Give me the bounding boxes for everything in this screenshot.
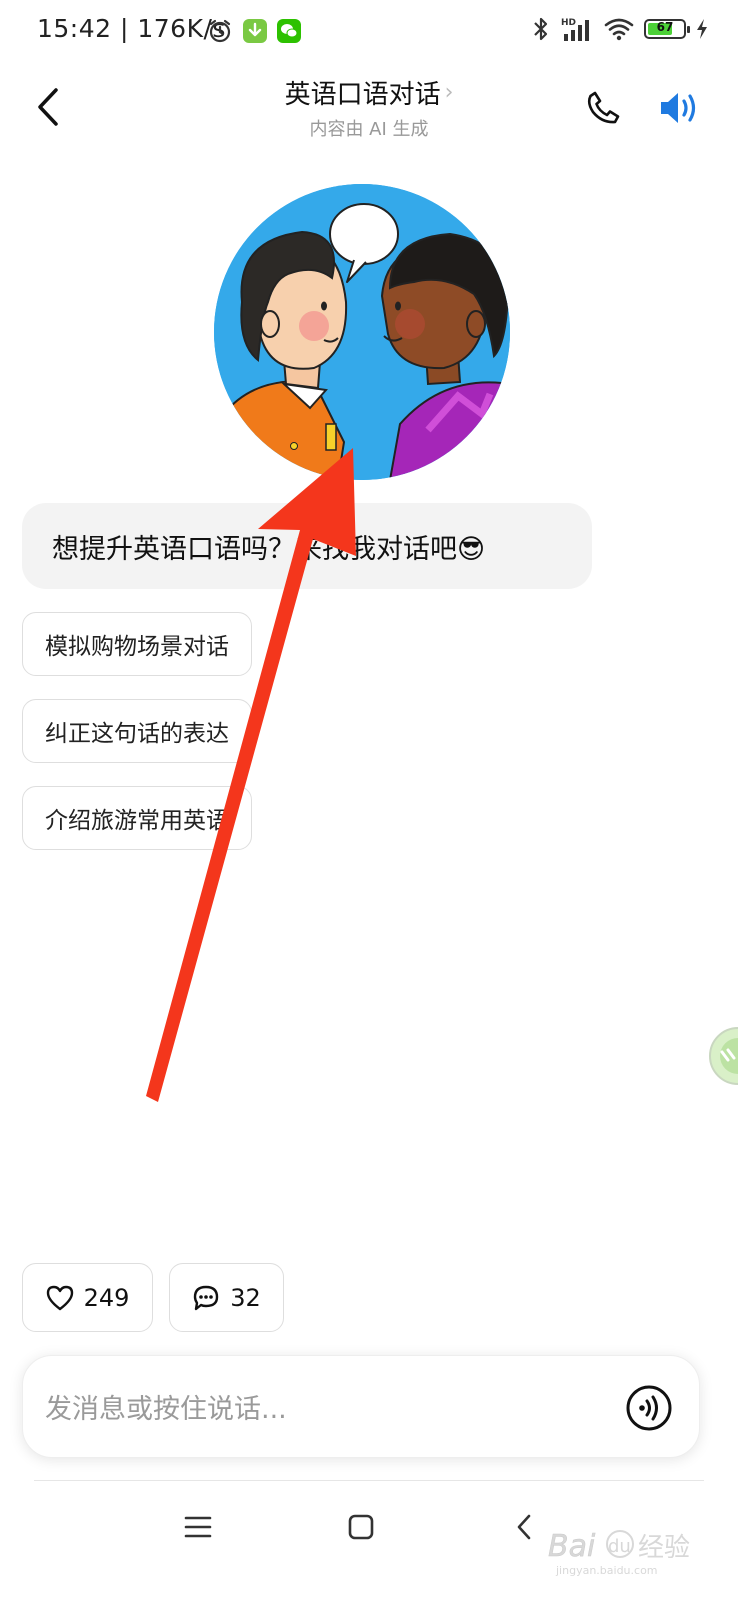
page-title: 英语口语对话 bbox=[284, 80, 441, 110]
nav-back-icon bbox=[517, 1514, 531, 1540]
alarm-icon bbox=[209, 19, 231, 43]
message-input-bar[interactable]: 发消息或按住说话... bbox=[22, 1355, 700, 1458]
bluetooth-icon bbox=[534, 17, 548, 41]
divider bbox=[34, 1480, 704, 1481]
status-notification-icons bbox=[207, 18, 301, 44]
battery-level: 67 bbox=[656, 20, 674, 34]
svg-text:Bai: Bai bbox=[548, 1529, 596, 1564]
message-input[interactable]: 发消息或按住说话... bbox=[45, 1356, 287, 1457]
charging-icon bbox=[697, 19, 707, 39]
comment-button[interactable]: 32 bbox=[169, 1263, 284, 1332]
status-system-icons: HD 67 bbox=[532, 16, 708, 42]
voice-input-button[interactable] bbox=[625, 1384, 673, 1432]
phone-icon bbox=[587, 91, 620, 124]
bot-avatar bbox=[214, 184, 510, 480]
wifi-icon bbox=[604, 18, 634, 41]
nav-back-button[interactable] bbox=[504, 1507, 544, 1547]
title-area[interactable]: 英语口语对话 › 内容由 AI 生成 bbox=[0, 74, 738, 141]
svg-text:经验: 经验 bbox=[638, 1533, 690, 1563]
suggestion-chip[interactable]: 模拟购物场景对话 bbox=[22, 612, 252, 676]
comment-icon bbox=[194, 1285, 219, 1310]
menu-icon bbox=[184, 1516, 212, 1538]
download-app-icon bbox=[243, 19, 267, 43]
speaker-button[interactable] bbox=[656, 86, 704, 130]
suggestion-chip[interactable]: 介绍旅游常用英语 bbox=[22, 786, 252, 850]
comment-count: 32 bbox=[230, 1283, 261, 1312]
status-time: 15:42 | 176K/s bbox=[37, 14, 226, 43]
signal-icon: HD bbox=[561, 18, 589, 41]
chevron-right-icon: › bbox=[444, 80, 454, 105]
floating-assistant-ball[interactable] bbox=[708, 1026, 738, 1086]
wechat-icon bbox=[277, 19, 301, 43]
svg-text:du: du bbox=[608, 1536, 631, 1557]
svg-text:jingyan.baidu.com: jingyan.baidu.com bbox=[555, 1564, 658, 1577]
voice-icon bbox=[626, 1385, 672, 1431]
floating-ball-icon bbox=[709, 1027, 738, 1085]
chat-header: 英语口语对话 › 内容由 AI 生成 bbox=[0, 64, 738, 154]
like-count: 249 bbox=[83, 1283, 130, 1312]
home-square-icon bbox=[348, 1514, 374, 1540]
nav-home-button[interactable] bbox=[341, 1507, 381, 1547]
battery-icon: 67 bbox=[644, 19, 690, 39]
greeting-message: 想提升英语口语吗？来找我对话吧😎 bbox=[22, 503, 592, 589]
baidu-jingyan-watermark: Bai du 经验 jingyan.baidu.com bbox=[548, 1529, 690, 1577]
speaker-icon bbox=[661, 93, 696, 123]
avatar-illustration bbox=[214, 184, 510, 480]
call-button[interactable] bbox=[582, 86, 626, 130]
svg-text:HD: HD bbox=[561, 18, 576, 28]
ai-disclaimer: 内容由 AI 生成 bbox=[309, 119, 429, 140]
like-button[interactable]: 249 bbox=[22, 1263, 153, 1332]
status-bar: 15:42 | 176K/s HD 67 bbox=[0, 0, 738, 64]
suggestion-chip[interactable]: 纠正这句话的表达 bbox=[22, 699, 252, 763]
nav-menu-button[interactable] bbox=[178, 1507, 218, 1547]
heart-icon bbox=[46, 1285, 73, 1310]
